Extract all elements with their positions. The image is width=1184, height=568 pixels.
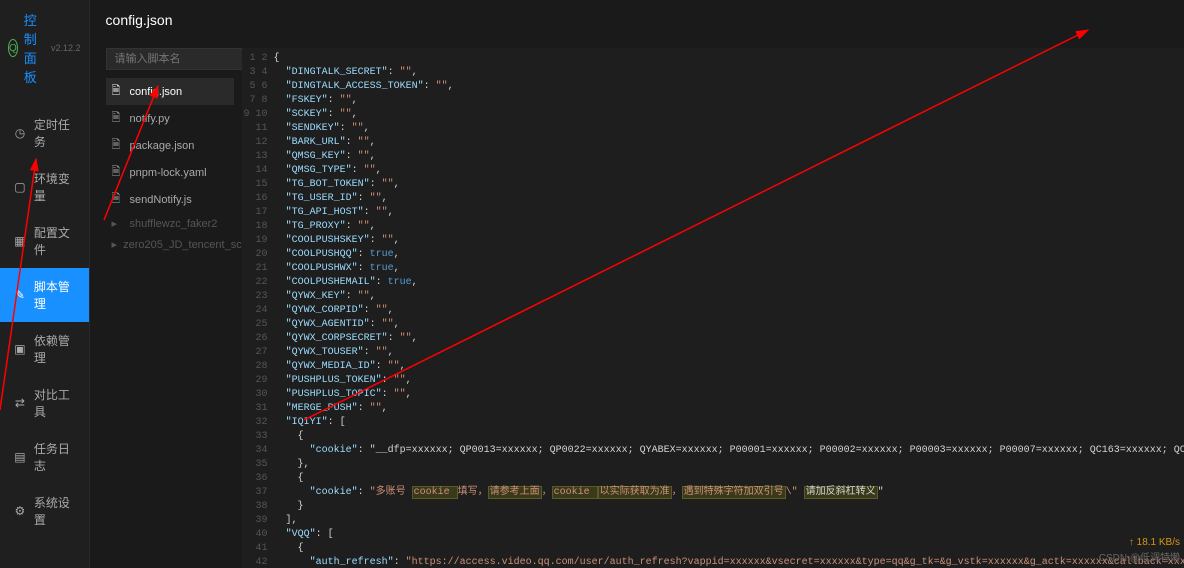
layout-icon: ▦: [14, 234, 26, 248]
file-item[interactable]: ▸zero205_JD_tencent_scf: [106, 234, 234, 255]
nav-label: 任务日志: [34, 440, 75, 474]
calendar-icon: ▤: [14, 450, 26, 464]
header: config.json + ✎ 🗑 调试: [90, 0, 1184, 40]
file-item[interactable]: 🗎 config.json: [106, 78, 234, 105]
speed-badge: ↑ 18.1 KB/s: [1129, 537, 1180, 548]
file-name: package.json: [130, 140, 195, 152]
file-name: notify.py: [130, 113, 170, 125]
logo-icon: Q: [8, 39, 18, 57]
nav-item-依赖管理[interactable]: ▣ 依赖管理: [0, 322, 89, 376]
nav-item-定时任务[interactable]: ◷ 定时任务: [0, 106, 89, 160]
folder-icon: ▸: [112, 238, 118, 251]
nav-label: 脚本管理: [34, 278, 75, 312]
file-icon: 🗎: [112, 163, 124, 182]
nav-item-任务日志[interactable]: ▤ 任务日志: [0, 430, 89, 484]
file-icon: 🗎: [112, 82, 124, 101]
edit-icon: ✎: [14, 288, 26, 302]
file-item[interactable]: 🗎 sendNotify.js: [106, 186, 234, 213]
code-area[interactable]: { "DINGTALK_SECRET": "", "DINGTALK_ACCES…: [274, 48, 1184, 568]
compare-icon: ⇄: [14, 396, 26, 410]
nav-label: 对比工具: [34, 386, 75, 420]
nav-item-环境变量[interactable]: ▢ 环境变量: [0, 160, 89, 214]
nav-label: 配置文件: [34, 224, 75, 258]
file-name: shufflewzc_faker2: [130, 218, 218, 230]
file-list: 🗎 config.json 🗎 notify.py 🗎 package.json 🗎 pnpm…: [106, 78, 234, 568]
nav-item-脚本管理[interactable]: ✎ 脚本管理: [0, 268, 89, 322]
clock-icon: ◷: [14, 126, 26, 140]
sidebar: Q 控制面板 v2.12.2 ◷ 定时任务 ▢ 环境变量 ▦ 配置文件 ✎ 脚本管理 ▣ 依赖管理…: [0, 0, 90, 568]
nav-item-系统设置[interactable]: ⚙ 系统设置: [0, 484, 89, 538]
nav-label: 定时任务: [34, 116, 75, 150]
file-icon: 🗎: [112, 136, 124, 155]
nav-label: 系统设置: [34, 494, 75, 528]
content: 🗎 config.json 🗎 notify.py 🗎 package.json 🗎 pnpm…: [90, 40, 1184, 568]
page-title: config.json: [106, 12, 173, 28]
nav-item-对比工具[interactable]: ⇄ 对比工具: [0, 376, 89, 430]
nav-label: 环境变量: [34, 170, 75, 204]
file-name: pnpm-lock.yaml: [130, 167, 207, 179]
search-box: [106, 48, 234, 70]
settings-icon: ⚙: [14, 504, 26, 518]
watermark: CSDN @低调特懒: [1099, 549, 1180, 564]
file-panel: 🗎 config.json 🗎 notify.py 🗎 package.json 🗎 pnpm…: [106, 48, 234, 568]
file-name: config.json: [130, 86, 183, 98]
folder-icon: ▸: [112, 217, 124, 230]
file-item[interactable]: 🗎 pnpm-lock.yaml: [106, 159, 234, 186]
main: config.json + ✎ 🗑 调试 🗎 config.json 🗎 notify…: [90, 0, 1184, 568]
file-icon: 🗎: [112, 109, 124, 128]
terminal-icon: ▢: [14, 180, 26, 194]
file-item[interactable]: 🗎 notify.py: [106, 105, 234, 132]
logo-version: v2.12.2: [51, 43, 81, 53]
file-item[interactable]: 🗎 package.json: [106, 132, 234, 159]
gutter: 1 2 3 4 5 6 7 8 9 10 11 12 13 14 15 16 1…: [242, 48, 274, 568]
file-item[interactable]: ▸ shufflewzc_faker2: [106, 213, 234, 234]
nav-label: 依赖管理: [34, 332, 75, 366]
logo: Q 控制面板 v2.12.2: [0, 0, 89, 96]
package-icon: ▣: [14, 342, 26, 356]
nav: ◷ 定时任务 ▢ 环境变量 ▦ 配置文件 ✎ 脚本管理 ▣ 依赖管理 ⇄ 对比工具 ▤ 任务日志 ⚙ 系统设置: [0, 96, 89, 568]
nav-item-配置文件[interactable]: ▦ 配置文件: [0, 214, 89, 268]
editor[interactable]: 1 2 3 4 5 6 7 8 9 10 11 12 13 14 15 16 1…: [242, 48, 1184, 568]
file-name: sendNotify.js: [130, 194, 192, 206]
logo-text: 控制面板: [24, 10, 45, 86]
file-icon: 🗎: [112, 190, 124, 209]
file-name: zero205_JD_tencent_scf: [123, 239, 245, 251]
